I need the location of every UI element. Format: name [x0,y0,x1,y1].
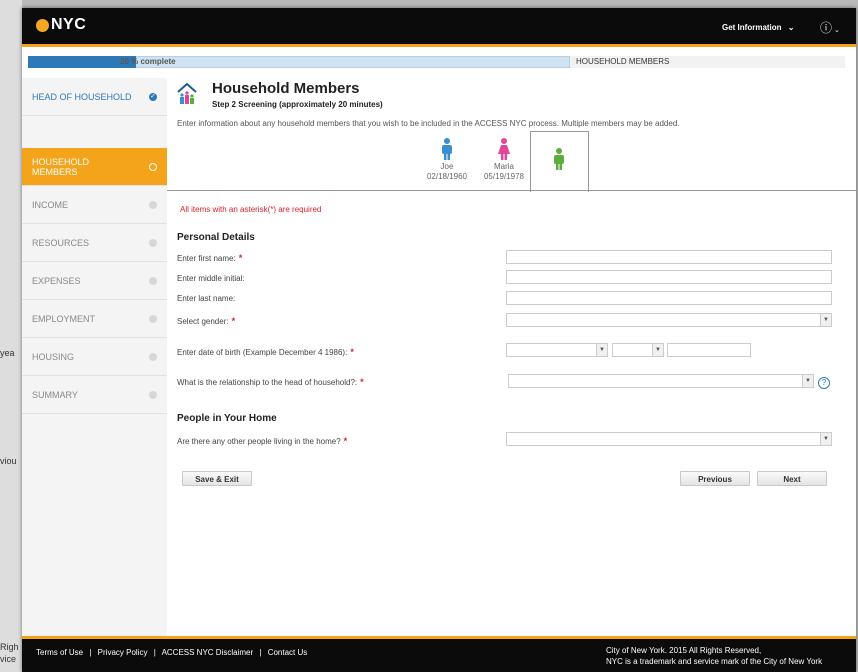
status-dot-icon [149,391,157,399]
dob-year-input[interactable] [667,343,751,357]
help-question-icon[interactable]: ? [818,377,830,389]
first-name-input[interactable] [506,250,832,264]
footer-copyright: City of New York. 2015 All Rights Reserv… [606,645,822,667]
background-text-yea: yea [0,348,15,358]
footer-links: Terms of Use | Privacy Policy | ACCESS N… [36,648,307,657]
footer-separator: | [153,648,156,657]
sidebar-item-household-members[interactable]: HOUSEHOLD MEMBERS [22,148,167,186]
previous-button[interactable]: Previous [680,471,750,486]
browser-window: NYC Get Information ⌄ ⓘ ⌄ 20 % complete H… [22,8,856,672]
page-subtitle: Step 2 Screening (approximately 20 minut… [212,100,383,109]
required-note: All items with an asterisk(*) are requir… [180,205,322,214]
sidebar-item-resources[interactable]: RESOURCES [22,224,167,262]
dropdown-arrow-icon: ▼ [652,344,663,356]
male-person-icon [442,138,452,160]
terms-link[interactable]: Terms of Use [36,648,83,657]
member-dob: 05/19/1978 [483,172,525,181]
member-name: Maria [493,162,514,171]
member-dob: 02/18/1960 [426,172,468,181]
sidebar-item-label: INCOME [32,200,68,210]
sidebar-item-label: EMPLOYMENT [32,314,96,324]
background-text-righ: Righ [0,642,19,652]
relationship-select[interactable]: ▼ [508,374,814,388]
page-title: Household Members [212,80,360,97]
people-in-home-heading: People in Your Home [177,413,277,424]
dropdown-arrow-icon: ▼ [596,344,607,356]
other-people-label: Are there any other people living in the… [177,436,348,446]
relationship-label: What is the relationship to the head of … [177,377,364,387]
female-person-icon [498,138,510,160]
dob-label: Enter date of birth (Example December 4 … [177,347,354,357]
steps-sidebar: HEAD OF HOUSEHOLD ✓ HOUSEHOLD MEMBERS IN… [22,78,167,648]
middle-initial-label: Enter middle initial: [177,274,245,283]
header-accent-line [22,44,856,47]
sidebar-item-label: RESOURCES [32,238,90,248]
sidebar-item-label: SUMMARY [32,390,78,400]
sidebar-item-label: HOUSING [32,352,75,362]
tab-member-maria[interactable]: Maria 05/19/1978 [479,138,529,182]
dropdown-arrow-icon: ▼ [820,433,831,445]
progress-label: 20 % complete [120,57,176,66]
sidebar-item-housing[interactable]: HOUSING [22,338,167,376]
footer-separator: | [259,648,262,657]
status-dot-icon [149,315,157,323]
logo-text: NYC [51,16,87,33]
question-circle-icon[interactable]: ⓘ ⌄ [820,19,840,36]
chevron-down-icon: ⌄ [787,23,795,32]
last-name-label: Enter last name: [177,294,236,303]
sidebar-item-income[interactable]: INCOME [22,186,167,224]
dropdown-arrow-icon: ▼ [802,375,813,387]
save-exit-button[interactable]: Save & Exit [182,471,252,486]
page-intro: Enter information about any household me… [177,119,680,128]
member-name: Joe [440,162,454,171]
dropdown-arrow-icon: ▼ [820,314,831,326]
status-dot-icon [149,239,157,247]
breadcrumb: HOUSEHOLD MEMBERS [570,56,845,68]
sidebar-item-summary[interactable]: SUMMARY [22,376,167,414]
contact-link[interactable]: Contact Us [268,648,308,657]
sidebar-item-head-of-household[interactable]: HEAD OF HOUSEHOLD ✓ [22,78,167,116]
sidebar-item-expenses[interactable]: EXPENSES [22,262,167,300]
status-dot-icon [149,201,157,209]
background-window [0,0,22,672]
logo-dot-icon [36,18,49,32]
sidebar-item-label: HOUSEHOLD MEMBERS [32,157,90,177]
tab-member-joe[interactable]: Joe 02/18/1960 [422,138,472,182]
first-name-label: Enter first name: * [177,253,243,263]
gender-select[interactable]: ▼ [506,313,832,327]
background-text-vice: vice [0,654,17,664]
copyright-text: City of New York. 2015 All Rights Reserv… [606,646,762,655]
house-family-icon [177,83,197,104]
dob-month-select[interactable]: ▼ [506,343,608,357]
nyc-logo[interactable]: NYC [36,16,86,34]
new-member-figure[interactable] [534,148,584,172]
ring-icon [149,163,157,171]
middle-initial-input[interactable] [506,270,832,284]
status-dot-icon [149,353,157,361]
dob-day-select[interactable]: ▼ [612,343,664,357]
get-information-label: Get Information [722,23,782,32]
sidebar-item-label: EXPENSES [32,276,81,286]
last-name-input[interactable] [506,291,832,305]
tabs-divider [167,190,856,191]
privacy-link[interactable]: Privacy Policy [98,648,148,657]
check-circle-icon: ✓ [149,93,157,101]
background-text-viou: viou [0,456,17,466]
trademark-text: NYC is a trademark and service mark of t… [606,657,823,666]
personal-details-heading: Personal Details [177,232,255,243]
new-person-icon [554,148,564,170]
other-people-select[interactable]: ▼ [506,432,832,446]
next-button[interactable]: Next [757,471,827,486]
get-information-menu[interactable]: Get Information ⌄ [722,23,795,32]
footer-separator: | [89,648,92,657]
status-dot-icon [149,277,157,285]
footer: Terms of Use | Privacy Policy | ACCESS N… [22,639,856,672]
sidebar-item-label: HEAD OF HOUSEHOLD [32,92,132,102]
sidebar-item-employment[interactable]: EMPLOYMENT [22,300,167,338]
gender-label: Select gender: * [177,316,236,326]
disclaimer-link[interactable]: ACCESS NYC Disclaimer [162,648,254,657]
